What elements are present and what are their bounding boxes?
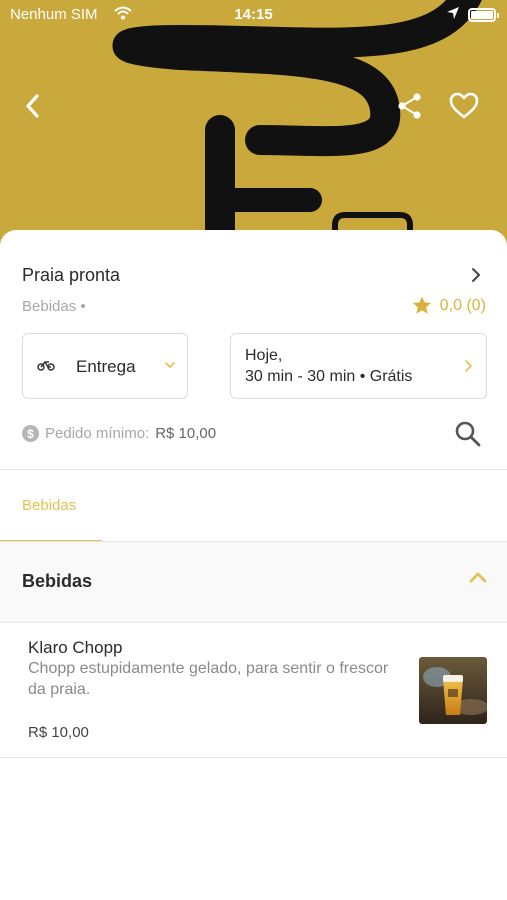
chevron-right-icon xyxy=(472,268,480,282)
tab-label: Bebidas xyxy=(22,497,77,514)
store-details-sheet: Praia pronta Bebidas • 0,0 (0) Entrega H… xyxy=(0,230,507,900)
store-info-row[interactable]: Praia pronta xyxy=(22,265,487,289)
store-cover-image: Nenhum SIM 14:15 xyxy=(0,0,507,250)
search-button[interactable] xyxy=(454,420,486,452)
section-title: Bebidas xyxy=(22,571,93,591)
product-name: Klaro Chopp xyxy=(28,638,123,657)
back-button[interactable] xyxy=(14,88,50,124)
share-button[interactable] xyxy=(392,88,428,124)
product-image xyxy=(419,657,487,724)
chevron-right-icon xyxy=(465,360,472,372)
bike-icon xyxy=(37,361,55,371)
store-name: Praia pronta xyxy=(22,265,121,285)
store-category: Bebidas • xyxy=(22,298,86,315)
chevron-up-icon xyxy=(469,572,487,583)
minimum-order-label: Pedido mínimo: xyxy=(45,425,150,442)
minimum-order-value: R$ 10,00 xyxy=(155,425,217,442)
tab-bebidas[interactable]: Bebidas xyxy=(0,470,102,542)
delivery-schedule-selector[interactable]: Hoje, 30 min - 30 min • Grátis xyxy=(230,333,487,399)
store-rating: 0,0 (0) xyxy=(412,296,486,315)
share-icon xyxy=(398,93,421,119)
delivery-mode-selector[interactable]: Entrega xyxy=(22,333,188,399)
delivery-mode-label: Entrega xyxy=(76,357,136,376)
rating-value: 0,0 (0) xyxy=(439,296,486,314)
status-bar: Nenhum SIM 14:15 xyxy=(0,0,507,30)
minimum-order: $ Pedido mínimo: R$ 10,00 xyxy=(22,425,216,442)
product-item[interactable]: Klaro Chopp Chopp estupidamente gelado, … xyxy=(0,622,507,757)
product-price: R$ 10,00 xyxy=(28,724,89,741)
schedule-time-fee: 30 min - 30 min • Grátis xyxy=(245,368,413,385)
divider xyxy=(0,757,507,758)
schedule-day: Hoje, xyxy=(245,347,283,364)
favorite-button[interactable] xyxy=(446,88,482,124)
location-arrow-icon xyxy=(446,6,460,24)
heart-outline-icon xyxy=(449,92,479,119)
search-icon xyxy=(455,421,481,447)
svg-text:$: $ xyxy=(27,427,34,441)
store-logo-art xyxy=(112,0,482,250)
category-section-header[interactable]: Bebidas xyxy=(0,542,507,622)
battery-icon xyxy=(468,8,499,22)
chevron-down-icon xyxy=(165,362,175,368)
chevron-left-icon xyxy=(26,94,39,118)
star-icon xyxy=(412,296,431,314)
product-description: Chopp estupidamente gelado, para sentir … xyxy=(28,660,389,698)
clock: 14:15 xyxy=(234,6,273,23)
money-icon: $ xyxy=(22,425,39,442)
